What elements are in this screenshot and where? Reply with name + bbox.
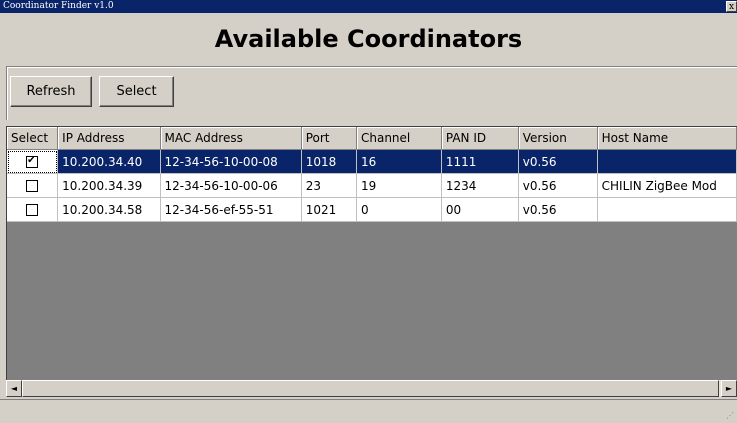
column-header-host-name[interactable]: Host Name — [597, 127, 737, 150]
table-row[interactable]: 10.200.34.39 12-34-56-10-00-06 23 19 123… — [7, 173, 737, 198]
checkbox[interactable] — [26, 204, 39, 216]
toolbar: Refresh Select — [6, 66, 737, 120]
scroll-left-icon[interactable]: ◄ — [6, 380, 22, 397]
page-title: Available Coordinators — [214, 25, 523, 53]
row-checkbox-cell[interactable] — [7, 197, 59, 222]
column-header-port[interactable]: Port — [301, 127, 357, 150]
table-header-row: Select IP Address MAC Address Port Chann… — [7, 127, 737, 150]
column-header-pan-id[interactable]: PAN ID — [441, 127, 519, 150]
column-header-version[interactable]: Version — [518, 127, 598, 150]
pan-id-cell: 00 — [441, 197, 519, 222]
host-name-cell: CHILIN ZigBee Mod — [597, 173, 737, 198]
column-header-channel[interactable]: Channel — [356, 127, 442, 150]
status-bar: ⋰ — [0, 399, 737, 423]
window-title: Coordinator Finder v1.0 — [3, 1, 114, 11]
port-cell: 1021 — [301, 197, 357, 222]
pan-id-cell: 1111 — [441, 149, 519, 174]
table-row[interactable]: 10.200.34.40 12-34-56-10-00-08 1018 16 1… — [7, 149, 737, 174]
resize-grip-icon[interactable]: ⋰ — [726, 412, 734, 420]
mac-address-cell: 12-34-56-ef-55-51 — [160, 197, 302, 222]
version-cell: v0.56 — [518, 197, 598, 222]
pan-id-cell: 1234 — [441, 173, 519, 198]
refresh-button[interactable]: Refresh — [10, 76, 92, 107]
row-checkbox-cell[interactable] — [7, 173, 59, 198]
close-icon[interactable]: x — [726, 1, 737, 12]
version-cell: v0.56 — [518, 149, 598, 174]
column-header-ip-address[interactable]: IP Address — [57, 127, 161, 150]
host-name-cell — [597, 197, 737, 222]
scrollbar-thumb[interactable] — [22, 380, 719, 397]
mac-address-cell: 12-34-56-10-00-06 — [160, 173, 302, 198]
title-bar: Coordinator Finder v1.0 x — [0, 0, 737, 13]
port-cell: 1018 — [301, 149, 357, 174]
version-cell: v0.56 — [518, 173, 598, 198]
coordinators-table: Select IP Address MAC Address Port Chann… — [7, 127, 737, 222]
table-row[interactable]: 10.200.34.58 12-34-56-ef-55-51 1021 0 00… — [7, 197, 737, 222]
ip-address-cell: 10.200.34.40 — [57, 149, 161, 174]
ip-address-cell: 10.200.34.39 — [57, 173, 161, 198]
ip-address-cell: 10.200.34.58 — [57, 197, 161, 222]
coordinators-grid[interactable]: Select IP Address MAC Address Port Chann… — [6, 126, 737, 397]
host-name-cell — [597, 149, 737, 174]
channel-cell: 16 — [356, 149, 442, 174]
channel-cell: 19 — [356, 173, 442, 198]
channel-cell: 0 — [356, 197, 442, 222]
horizontal-scrollbar[interactable]: ◄ ► — [6, 380, 737, 397]
column-header-mac-address[interactable]: MAC Address — [160, 127, 302, 150]
scroll-right-icon[interactable]: ► — [721, 380, 737, 397]
checkbox[interactable] — [26, 156, 39, 168]
select-button[interactable]: Select — [99, 76, 174, 107]
checkbox[interactable] — [26, 180, 39, 192]
column-header-select[interactable]: Select — [7, 127, 59, 150]
port-cell: 23 — [301, 173, 357, 198]
row-checkbox-cell[interactable] — [7, 149, 59, 174]
mac-address-cell: 12-34-56-10-00-08 — [160, 149, 302, 174]
